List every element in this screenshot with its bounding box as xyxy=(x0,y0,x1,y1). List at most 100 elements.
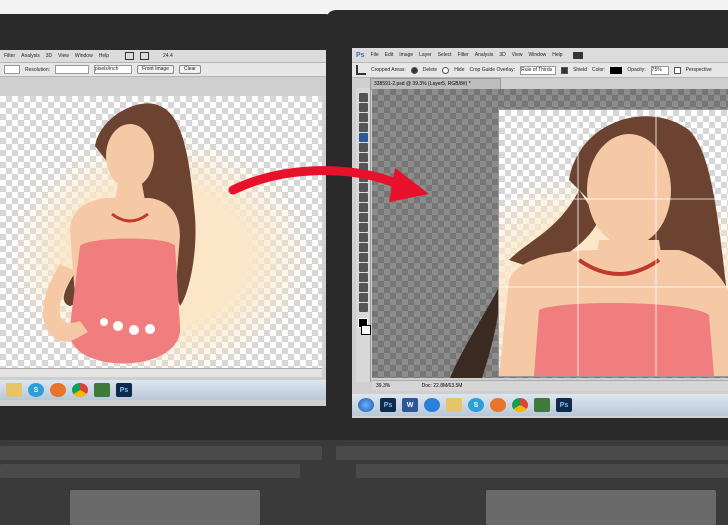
woman-illustration-left xyxy=(43,103,196,364)
word-icon[interactable]: W xyxy=(402,398,418,412)
layout-icon[interactable] xyxy=(572,51,583,59)
woman-illustration-right xyxy=(499,110,728,376)
path-select-tool-icon[interactable] xyxy=(358,253,368,262)
menu-window[interactable]: Window xyxy=(528,52,546,58)
opacity-field[interactable]: 75% xyxy=(650,65,669,75)
menu-window[interactable]: Window xyxy=(75,53,93,59)
shield-color-swatch[interactable] xyxy=(610,66,623,74)
chrome-icon[interactable] xyxy=(512,398,528,412)
blur-tool-icon[interactable] xyxy=(358,213,368,222)
3d-rotate-tool-icon[interactable] xyxy=(358,273,368,282)
lasso-tool-icon[interactable] xyxy=(358,113,368,122)
menu-help[interactable]: Help xyxy=(99,53,109,59)
crop-tool-icon[interactable] xyxy=(356,65,366,75)
left-options-bar: Resolution: pixels/inch Front Image Clea… xyxy=(0,63,326,77)
skype-icon[interactable]: S xyxy=(468,398,484,412)
firefox-icon[interactable] xyxy=(50,383,66,397)
eyedropper-tool-icon[interactable] xyxy=(358,143,368,152)
menu-analysis[interactable]: Analysis xyxy=(475,52,494,58)
shield-checkbox[interactable] xyxy=(561,66,569,74)
menu-edit[interactable]: Edit xyxy=(385,52,394,58)
menu-view[interactable]: View xyxy=(58,53,69,59)
right-canvas[interactable] xyxy=(372,89,728,378)
right-keyboard xyxy=(326,440,728,525)
windows-start-icon[interactable] xyxy=(358,398,374,412)
menu-filter[interactable]: Filter xyxy=(4,53,15,59)
document-tab-title: 338591-2.psd @ 39.3% (Layer5, RGB/8#) * xyxy=(374,81,471,87)
speedtest-icon[interactable] xyxy=(94,383,110,397)
marquee-tool-icon[interactable] xyxy=(358,103,368,112)
hand-tool-icon[interactable] xyxy=(358,293,368,302)
left-scrollbar[interactable] xyxy=(0,368,322,377)
width-field[interactable] xyxy=(4,65,20,74)
dodge-tool-icon[interactable] xyxy=(358,223,368,232)
units-select[interactable]: pixels/inch xyxy=(94,65,133,74)
left-touchpad[interactable] xyxy=(70,490,260,525)
front-image-button[interactable]: Front Image xyxy=(137,65,174,74)
hide-label: Hide xyxy=(454,67,465,73)
folder-icon[interactable] xyxy=(6,383,22,397)
shielded-arm xyxy=(450,289,498,378)
skype-icon[interactable]: S xyxy=(28,383,44,397)
red-arrow-icon xyxy=(228,166,429,202)
left-keyboard-row xyxy=(0,446,322,460)
move-tool-icon[interactable] xyxy=(358,93,368,102)
grid-icon[interactable] xyxy=(140,52,149,60)
right-options-bar: Cropped Areas: Delete Hide Crop Guide Ov… xyxy=(352,63,728,78)
crop-guide-select[interactable]: Rule of Thirds xyxy=(520,65,557,75)
menu-3d[interactable]: 3D xyxy=(499,52,505,58)
left-keyboard-row-2 xyxy=(0,464,300,478)
menu-select[interactable]: Select xyxy=(438,52,452,58)
delete-radio[interactable] xyxy=(410,66,418,74)
right-keyboard-row-2 xyxy=(356,464,728,478)
menu-filter[interactable]: Filter xyxy=(458,52,469,58)
right-status-bar: 39.3% Doc: 22.8M/63.5M xyxy=(372,380,728,391)
quick-select-tool-icon[interactable] xyxy=(358,123,368,132)
perspective-label: Perspective xyxy=(685,67,712,73)
resolution-field[interactable] xyxy=(55,65,90,74)
chrome-icon[interactable] xyxy=(72,383,88,397)
firefox-icon[interactable] xyxy=(490,398,506,412)
menu-layer[interactable]: Layer xyxy=(419,52,432,58)
left-screen: Filter Analysis 3D View Window Help 24.4… xyxy=(0,50,326,406)
right-touchpad[interactable] xyxy=(486,490,716,525)
menu-3d[interactable]: 3D xyxy=(46,53,52,59)
crop-guide-label: Crop Guide Overlay: xyxy=(469,67,516,73)
perspective-checkbox[interactable] xyxy=(673,66,681,74)
right-menu-bar: Ps File Edit Image Layer Select Filter A… xyxy=(352,48,728,63)
zoom-tool-icon[interactable] xyxy=(358,303,368,312)
menu-analysis[interactable]: Analysis xyxy=(21,53,40,59)
media-player-icon[interactable] xyxy=(424,398,440,412)
status-doc-size: Doc: 22.8M/63.5M xyxy=(421,383,463,389)
folder-icon[interactable] xyxy=(446,398,462,412)
crop-tool-selected-icon[interactable] xyxy=(358,133,368,142)
shield-label: Shield xyxy=(573,67,587,73)
left-canvas[interactable] xyxy=(0,96,322,376)
menu-file[interactable]: File xyxy=(371,52,379,58)
speedtest-icon[interactable] xyxy=(534,398,550,412)
menu-view[interactable]: View xyxy=(512,52,523,58)
left-keyboard xyxy=(0,440,330,525)
3d-orbit-tool-icon[interactable] xyxy=(358,283,368,292)
layout-icon[interactable] xyxy=(125,52,134,60)
photoshop-taskbar-icon[interactable]: Ps xyxy=(116,383,132,397)
left-taskbar: S Ps xyxy=(0,380,326,400)
clear-button[interactable]: Clear xyxy=(178,65,201,74)
photoshop-taskbar-icon[interactable]: Ps xyxy=(380,398,396,412)
crop-box[interactable] xyxy=(498,109,728,377)
pen-tool-icon[interactable] xyxy=(358,233,368,242)
delete-label: Delete xyxy=(422,67,438,73)
color-label: Color: xyxy=(591,67,606,73)
right-keyboard-row xyxy=(336,446,728,460)
status-zoom: 39.3% xyxy=(376,383,391,389)
units-value: pixels/inch xyxy=(95,66,119,72)
menu-image[interactable]: Image xyxy=(399,52,413,58)
opacity-label: Opacity: xyxy=(627,67,646,73)
photoshop-taskbar-icon-2[interactable]: Ps xyxy=(556,398,572,412)
right-taskbar: Ps W S Ps xyxy=(352,394,728,416)
menu-help[interactable]: Help xyxy=(552,52,562,58)
background-color-swatch[interactable] xyxy=(361,325,371,335)
hide-radio[interactable] xyxy=(442,66,450,74)
type-tool-icon[interactable] xyxy=(358,243,368,252)
shape-tool-icon[interactable] xyxy=(358,263,368,272)
